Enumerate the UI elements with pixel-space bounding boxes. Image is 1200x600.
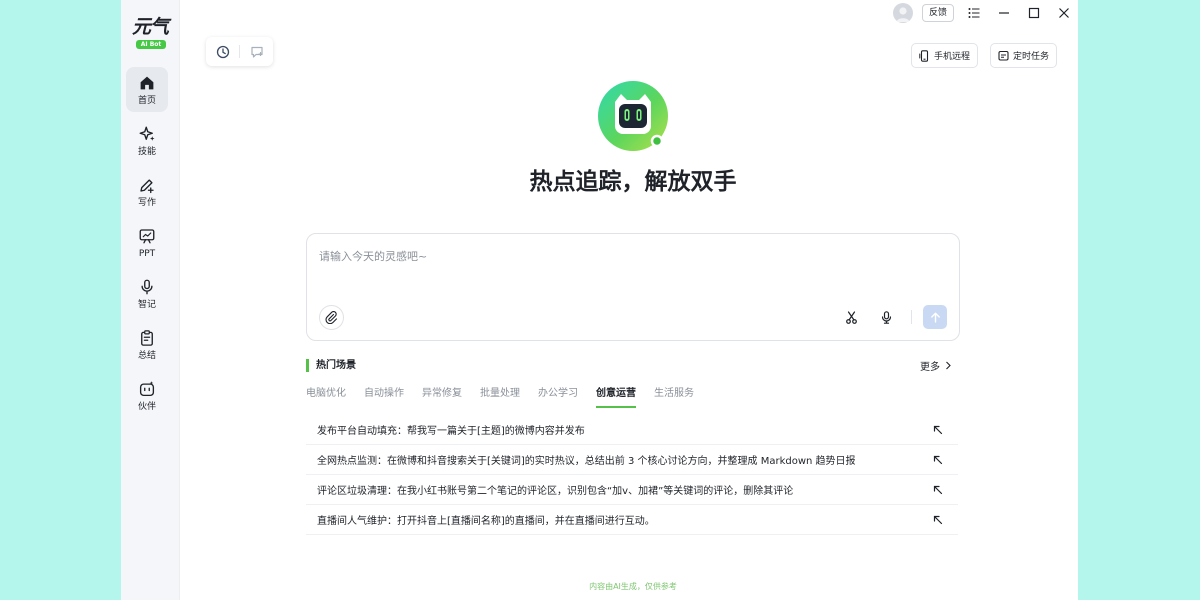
list-item[interactable]: 直播间人气维护：打开抖音上[直播间名称]的直播间，并在直播间进行互动。	[306, 505, 958, 535]
scheduled-task-button[interactable]: 定时任务	[990, 43, 1058, 68]
app-window: 元气 AI Bot 首页 技能 写作 PPT 智记 总结 伙伴 反馈 手机远程 …	[121, 0, 1078, 600]
microphone-icon	[141, 279, 153, 295]
sidebar-item-ppt[interactable]: PPT	[126, 220, 168, 265]
history-toolbar	[206, 37, 273, 66]
scissors-icon	[845, 310, 857, 324]
logo: 元气 AI Bot	[128, 16, 172, 50]
phone-remote-button[interactable]: 手机远程	[911, 43, 979, 68]
sidebar-item-writing[interactable]: 写作	[126, 169, 168, 214]
arrow-up-left-icon	[933, 515, 943, 525]
presentation-icon	[139, 229, 155, 244]
sidebar-item-skills[interactable]: 技能	[126, 118, 168, 163]
tab-batch-processing[interactable]: 批量处理	[480, 387, 520, 409]
close-button[interactable]	[1055, 4, 1073, 22]
sidebar-item-label: 智记	[137, 300, 156, 310]
input-tools-divider	[911, 310, 912, 324]
ai-disclaimer: 内容由AI生成，仅供参考	[589, 582, 677, 591]
sparkle-icon	[139, 126, 155, 141]
sidebar-item-partner[interactable]: 伙伴	[126, 373, 168, 418]
menu-button[interactable]	[965, 4, 983, 22]
sidebar-item-smart-notes[interactable]: 智记	[126, 271, 168, 316]
more-link[interactable]: 更多	[920, 358, 952, 373]
more-label: 更多	[920, 362, 940, 373]
scene-text: 评论区垃圾清理：在我小红书账号第二个笔记的评论区，识别包含“加v、加裙”等关键词…	[317, 486, 794, 497]
screenshot-button[interactable]	[841, 307, 861, 327]
prompt-input[interactable]	[319, 248, 939, 288]
arrow-up-left-icon	[933, 455, 943, 465]
scene-list: 发布平台自动填充：帮我写一篇关于[主题]的微博内容并发布 全网热点监测：在微博和…	[306, 415, 958, 535]
scene-text: 全网热点监测：在微博和抖音搜索关于[关键词]的实时热议，总结出前 3 个核心讨论…	[317, 456, 856, 467]
home-icon	[140, 76, 154, 90]
sidebar-item-home[interactable]: 首页	[126, 67, 168, 112]
new-chat-button[interactable]	[240, 37, 273, 66]
arrow-up-left-icon	[933, 485, 943, 495]
clipboard-icon	[141, 330, 153, 346]
paperclip-icon	[325, 311, 338, 324]
sidebar-item-label: PPT	[138, 249, 156, 259]
sidebar-item-label: 写作	[137, 198, 156, 208]
clock-icon	[216, 45, 229, 58]
microphone-icon	[881, 310, 891, 324]
sidebar-item-label: 首页	[137, 96, 156, 106]
user-avatar[interactable]	[893, 3, 913, 23]
sidebar-item-label: 总结	[137, 351, 156, 361]
voice-input-button[interactable]	[876, 307, 896, 327]
tab-auto-operation[interactable]: 自动操作	[364, 387, 404, 409]
scheduled-task-label: 定时任务	[1013, 52, 1050, 62]
minimize-button[interactable]	[995, 4, 1013, 22]
prompt-input-box	[306, 233, 960, 341]
mascot-logo-icon	[598, 81, 668, 151]
tab-pc-optimization[interactable]: 电脑优化	[306, 387, 346, 409]
history-button[interactable]	[206, 37, 239, 66]
calendar-icon	[998, 50, 1009, 61]
user-icon	[896, 7, 910, 22]
scene-text: 发布平台自动填充：帮我写一篇关于[主题]的微博内容并发布	[317, 426, 585, 437]
scene-tabs: 电脑优化 自动操作 异常修复 批量处理 办公学习 创意运营 生活服务	[306, 387, 712, 409]
tab-exception-repair[interactable]: 异常修复	[422, 387, 462, 409]
phone-icon	[919, 49, 929, 62]
sidebar-item-label: 伙伴	[137, 402, 156, 412]
robot-face-icon	[139, 381, 155, 397]
logo-badge: AI Bot	[136, 40, 166, 49]
logo-text: 元气	[131, 16, 169, 38]
close-icon	[1059, 8, 1069, 18]
sidebar-item-summary[interactable]: 总结	[126, 322, 168, 367]
scene-text: 直播间人气维护：打开抖音上[直播间名称]的直播间，并在直播间进行互动。	[317, 516, 655, 527]
tab-office-study[interactable]: 办公学习	[538, 387, 578, 409]
attach-button[interactable]	[319, 305, 344, 330]
page-title: 热点追踪，解放双手	[529, 169, 737, 195]
arrow-up-icon	[930, 312, 940, 323]
minimize-icon	[999, 12, 1009, 14]
phone-remote-label: 手机远程	[934, 52, 971, 62]
sidebar-item-label: 技能	[137, 147, 156, 157]
sidebar: 元气 AI Bot 首页 技能 写作 PPT 智记 总结 伙伴	[121, 0, 180, 600]
chevron-right-icon	[946, 361, 951, 370]
tab-life-services[interactable]: 生活服务	[654, 387, 694, 409]
pen-icon	[140, 179, 154, 194]
list-item[interactable]: 评论区垃圾清理：在我小红书账号第二个笔记的评论区，识别包含“加v、加裙”等关键词…	[306, 475, 958, 505]
list-item[interactable]: 全网热点监测：在微博和抖音搜索关于[关键词]的实时热议，总结出前 3 个核心讨论…	[306, 445, 958, 475]
hot-scenes-title: 热门场景	[306, 359, 356, 372]
arrow-up-left-icon	[933, 425, 943, 435]
feedback-button[interactable]: 反馈	[922, 4, 954, 22]
maximize-icon	[1028, 7, 1040, 19]
maximize-button[interactable]	[1025, 4, 1043, 22]
new-chat-icon	[250, 46, 263, 58]
send-button[interactable]	[923, 305, 947, 329]
list-menu-icon	[968, 8, 980, 18]
list-item[interactable]: 发布平台自动填充：帮我写一篇关于[主题]的微博内容并发布	[306, 415, 958, 445]
tab-creative-operations[interactable]: 创意运营	[596, 387, 636, 409]
